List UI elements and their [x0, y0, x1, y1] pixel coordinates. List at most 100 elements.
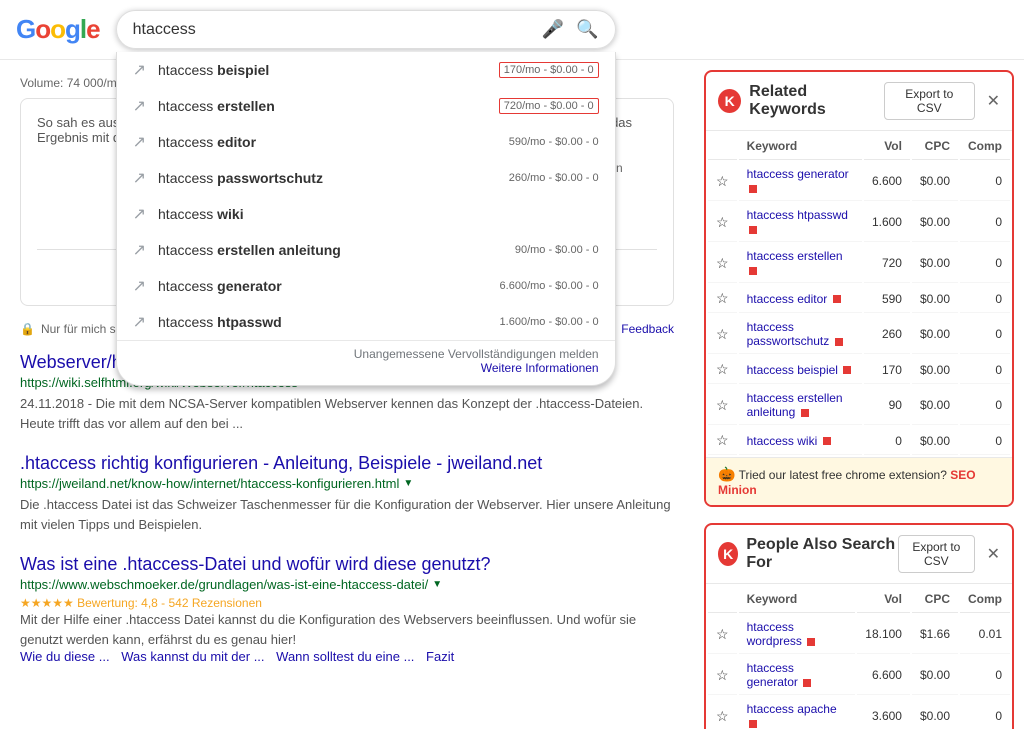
autocomplete-item[interactable]: ↗ htaccess editor 590/mo - $0.00 - 0 [117, 124, 615, 160]
table-row: ☆ htaccess wiki 0 $0.00 0 [708, 427, 1010, 455]
cpc-col-header: CPC [912, 586, 958, 613]
star-icon[interactable]: ☆ [708, 244, 737, 283]
extra-link[interactable]: Was kannst du mit der ... [121, 649, 264, 664]
export-csv-button-2[interactable]: Export to CSV [898, 535, 975, 573]
autocomplete-footer: Unangemessene Vervollständigungen melden… [117, 340, 615, 385]
star-icon[interactable]: ☆ [708, 615, 737, 654]
comp-cell: 0 [960, 315, 1010, 354]
autocomplete-text: htaccess wiki [158, 206, 591, 222]
table-row: ☆ htaccess editor 590 $0.00 0 [708, 285, 1010, 313]
comp-col-header: Comp [960, 133, 1010, 160]
export-csv-button[interactable]: Export to CSV [884, 82, 975, 120]
report-link[interactable]: Unangemessene Vervollständigungen melden [354, 347, 599, 361]
microphone-icon[interactable]: 🎤 [542, 19, 564, 40]
extra-link[interactable]: Wann solltest du eine ... [276, 649, 414, 664]
autocomplete-text: htaccess htpasswd [158, 314, 492, 330]
search-icon[interactable]: 🔍 [576, 19, 598, 40]
table-row: ☆ htaccess generator 6.600 $0.00 0 [708, 656, 1010, 695]
table-row: ☆ htaccess generator 6.600 $0.00 0 [708, 162, 1010, 201]
autocomplete-item[interactable]: ↗ htaccess htpasswd 1.600/mo - $0.00 - 0 [117, 304, 615, 340]
extra-link[interactable]: Wie du diese ... [20, 649, 110, 664]
comp-cell: 0 [960, 285, 1010, 313]
result-snippet-1: 24.11.2018 - Die mit dem NCSA-Server kom… [20, 394, 674, 433]
autocomplete-item[interactable]: ↗ htaccess beispiel 170/mo - $0.00 - 0 [117, 52, 615, 88]
keyword-cell: htaccess erstellen anleitung [739, 386, 862, 425]
star-icon[interactable]: ☆ [708, 315, 737, 354]
search-arrow-icon: ↗ [133, 96, 146, 116]
keyword-link[interactable]: htaccess erstellen [747, 249, 843, 263]
keyword-link[interactable]: htaccess generator [747, 167, 849, 181]
autocomplete-item[interactable]: ↗ htaccess erstellen 720/mo - $0.00 - 0 [117, 88, 615, 124]
search-arrow-icon: ↗ [133, 312, 146, 332]
star-icon[interactable]: ☆ [708, 162, 737, 201]
keyword-col-header: Keyword [739, 586, 856, 613]
keyword-link[interactable]: htaccess wordpress [747, 620, 802, 648]
table-row: ☆ htaccess beispiel 170 $0.00 0 [708, 356, 1010, 384]
result-url-2: https://jweiland.net/know-how/internet/h… [20, 476, 674, 491]
autocomplete-stats: 260/mo - $0.00 - 0 [509, 172, 599, 184]
close-people-also-button[interactable]: ✕ [979, 544, 1000, 564]
autocomplete-item[interactable]: ↗ htaccess erstellen anleitung 90/mo - $… [117, 232, 615, 268]
vol-cell: 18.100 [857, 615, 910, 654]
search-input[interactable] [133, 21, 542, 39]
keyword-cell: htaccess wiki [739, 427, 862, 455]
autocomplete-text: htaccess generator [158, 278, 492, 294]
extra-link[interactable]: Fazit [426, 649, 454, 664]
keyword-link[interactable]: htaccess editor [747, 292, 828, 306]
star-icon[interactable]: ☆ [708, 427, 737, 455]
search-arrow-icon: ↗ [133, 240, 146, 260]
google-logo: Google [16, 14, 100, 45]
search-arrow-icon: ↗ [133, 276, 146, 296]
keyword-link[interactable]: htaccess generator [747, 661, 798, 689]
star-icon[interactable]: ☆ [708, 386, 737, 425]
star-icon[interactable]: ☆ [708, 203, 737, 242]
vol-cell: 3.600 [857, 697, 910, 729]
comp-cell: 0 [960, 697, 1010, 729]
cpc-cell: $0.00 [912, 315, 958, 354]
result-title-3[interactable]: Was ist eine .htaccess-Datei und wofür w… [20, 554, 674, 575]
search-arrow-icon: ↗ [133, 132, 146, 152]
search-arrow-icon: ↗ [133, 168, 146, 188]
more-info-link[interactable]: Weitere Informationen [481, 361, 599, 375]
comp-cell: 0 [960, 162, 1010, 201]
autocomplete-stats: 90/mo - $0.00 - 0 [515, 244, 599, 256]
widget-header-left: K Related Keywords [718, 83, 884, 119]
result-title-2[interactable]: .htaccess richtig konfigurieren - Anleit… [20, 453, 674, 474]
keyword-link[interactable]: htaccess passwortschutz [747, 320, 830, 348]
kwf-logo-2: K [718, 542, 738, 566]
star-rating-3: ★★★★★ Bewertung: 4,8 - 542 Rezensionen [20, 596, 674, 610]
star-col-header [708, 133, 737, 160]
keyword-link[interactable]: htaccess wiki [747, 434, 818, 448]
keyword-link[interactable]: htaccess erstellen anleitung [747, 391, 843, 419]
result-snippet-3: Mit der Hilfe einer .htaccess Datei kann… [20, 610, 674, 649]
vol-cell: 90 [864, 386, 910, 425]
keyword-link[interactable]: htaccess apache [747, 702, 837, 716]
autocomplete-text: htaccess editor [158, 134, 501, 150]
cpc-cell: $0.00 [912, 162, 958, 201]
widget-promo: 🎃 Tried our latest free chrome extension… [706, 457, 1012, 505]
comp-cell: 0 [960, 244, 1010, 283]
autocomplete-stats: 590/mo - $0.00 - 0 [509, 136, 599, 148]
autocomplete-item[interactable]: ↗ htaccess generator 6.600/mo - $0.00 - … [117, 268, 615, 304]
autocomplete-item[interactable]: ↗ htaccess passwortschutz 260/mo - $0.00… [117, 160, 615, 196]
star-icon[interactable]: ☆ [708, 697, 737, 729]
google-header: Google 🎤 🔍 ↗ htaccess beispiel 170/mo - … [0, 0, 1024, 60]
keyword-cell: htaccess beispiel [739, 356, 862, 384]
close-related-keywords-button[interactable]: ✕ [979, 91, 1000, 111]
autocomplete-text: htaccess passwortschutz [158, 170, 501, 186]
table-row: ☆ htaccess erstellen anleitung 90 $0.00 … [708, 386, 1010, 425]
comp-col-header: Comp [960, 586, 1010, 613]
keyword-link[interactable]: htaccess htpasswd [747, 208, 848, 222]
vol-cell: 1.600 [864, 203, 910, 242]
table-header-row: Keyword Vol CPC Comp [708, 586, 1010, 613]
keyword-cell: htaccess erstellen [739, 244, 862, 283]
autocomplete-item[interactable]: ↗ htaccess wiki [117, 196, 615, 232]
related-keywords-table: Keyword Vol CPC Comp ☆ htaccess generato… [706, 131, 1012, 457]
star-icon[interactable]: ☆ [708, 356, 737, 384]
keyword-cell: htaccess htpasswd [739, 203, 862, 242]
star-icon[interactable]: ☆ [708, 656, 737, 695]
keyword-link[interactable]: htaccess beispiel [747, 363, 838, 377]
star-icon[interactable]: ☆ [708, 285, 737, 313]
autocomplete-text: htaccess erstellen [158, 98, 491, 114]
feedback-link[interactable]: Feedback [621, 322, 674, 336]
